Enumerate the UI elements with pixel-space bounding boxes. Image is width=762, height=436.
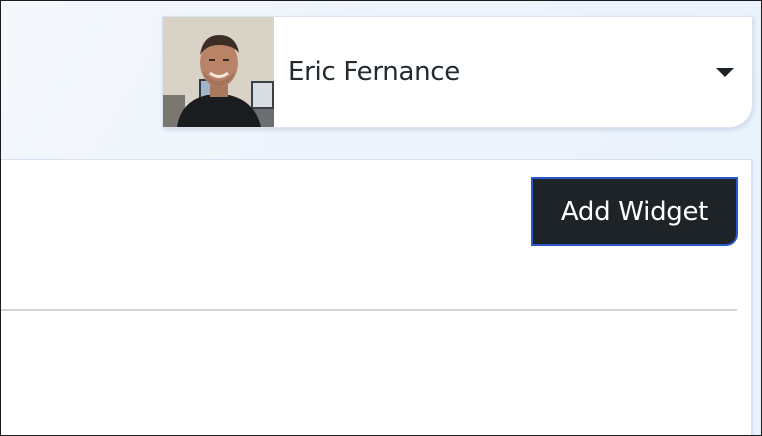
divider	[0, 309, 737, 311]
caret-down-icon[interactable]	[716, 67, 734, 77]
user-menu[interactable]: Eric Fernance	[162, 16, 753, 128]
user-name: Eric Fernance	[288, 57, 460, 87]
avatar-photo	[163, 17, 274, 127]
add-widget-button[interactable]: Add Widget	[531, 177, 738, 246]
user-avatar	[163, 17, 274, 127]
dashboard-panel: Add Widget	[0, 159, 753, 436]
